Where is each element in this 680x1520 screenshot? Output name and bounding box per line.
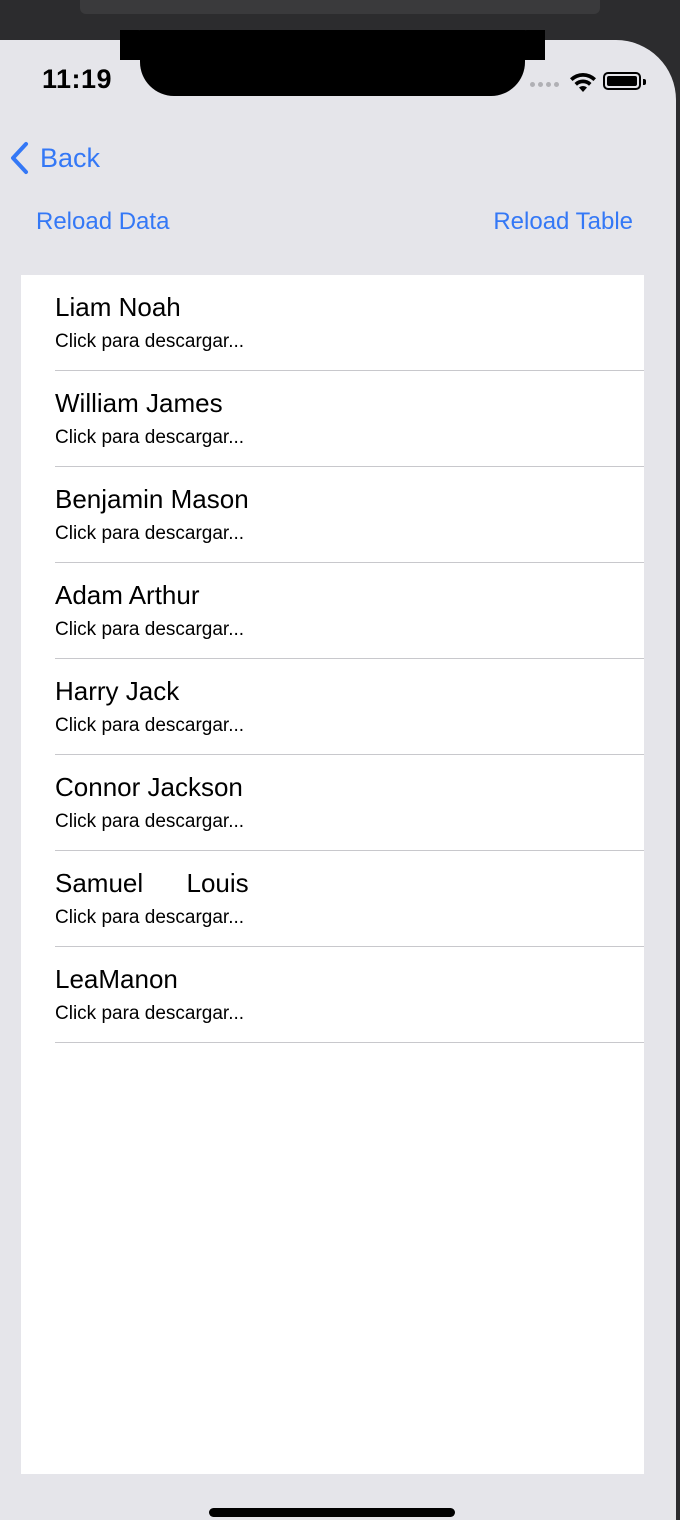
row-subtitle: Click para descargar... xyxy=(55,523,245,544)
row-title: Benjamin Mason xyxy=(55,484,249,514)
table-row[interactable]: Connor Jackson Click para descargar... xyxy=(21,755,644,851)
home-indicator[interactable] xyxy=(209,1508,455,1517)
row-subtitle: Click para descargar... xyxy=(55,619,245,640)
row-subtitle: Click para descargar... xyxy=(55,811,245,832)
row-title: Connor Jackson xyxy=(55,772,243,802)
table-row[interactable]: Benjamin Mason Click para descargar... xyxy=(21,467,644,563)
table-row[interactable]: William James Click para descargar... xyxy=(21,371,644,467)
row-subtitle: Click para descargar... xyxy=(55,331,245,352)
reload-table-button[interactable]: Reload Table xyxy=(493,208,633,236)
table-row[interactable]: Adam Arthur Click para descargar... xyxy=(21,563,644,659)
row-title: Harry Jack xyxy=(55,676,180,706)
status-time: 11:19 xyxy=(42,64,113,94)
row-subtitle: Click para descargar... xyxy=(55,907,245,928)
wifi-icon xyxy=(570,72,596,92)
status-indicators xyxy=(530,68,650,96)
battery-icon xyxy=(603,72,641,90)
row-subtitle: Click para descargar... xyxy=(55,715,245,736)
table-view[interactable]: Liam Noah Click para descargar... Willia… xyxy=(21,275,644,1474)
row-title: Adam Arthur xyxy=(55,580,200,610)
row-separator xyxy=(55,1042,644,1043)
table-row[interactable]: Liam Noah Click para descargar... xyxy=(21,275,644,371)
row-title: LeaManon xyxy=(55,964,178,994)
back-button[interactable]: Back xyxy=(8,138,100,178)
row-subtitle: Click para descargar... xyxy=(55,1003,245,1024)
row-title: William James xyxy=(55,388,223,418)
back-button-label: Back xyxy=(40,142,101,173)
table-row[interactable]: LeaManon Click para descargar... xyxy=(21,947,644,1043)
row-subtitle: Click para descargar... xyxy=(55,427,245,448)
reload-data-button[interactable]: Reload Data xyxy=(36,208,169,236)
battery-cap xyxy=(643,79,646,85)
battery-fill xyxy=(607,76,637,86)
device-top-bezel xyxy=(80,0,600,14)
table-row[interactable]: Samuel Louis Click para descargar... xyxy=(21,851,644,947)
cellular-dots-icon xyxy=(530,82,559,87)
row-title: Samuel Louis xyxy=(55,868,249,898)
device-frame: 11:19 Back Reload Data Reload Table Liam… xyxy=(0,0,680,1520)
notch xyxy=(140,30,525,96)
table-row[interactable]: Harry Jack Click para descargar... xyxy=(21,659,644,755)
chevron-left-icon xyxy=(11,142,28,174)
row-title: Liam Noah xyxy=(55,292,181,322)
